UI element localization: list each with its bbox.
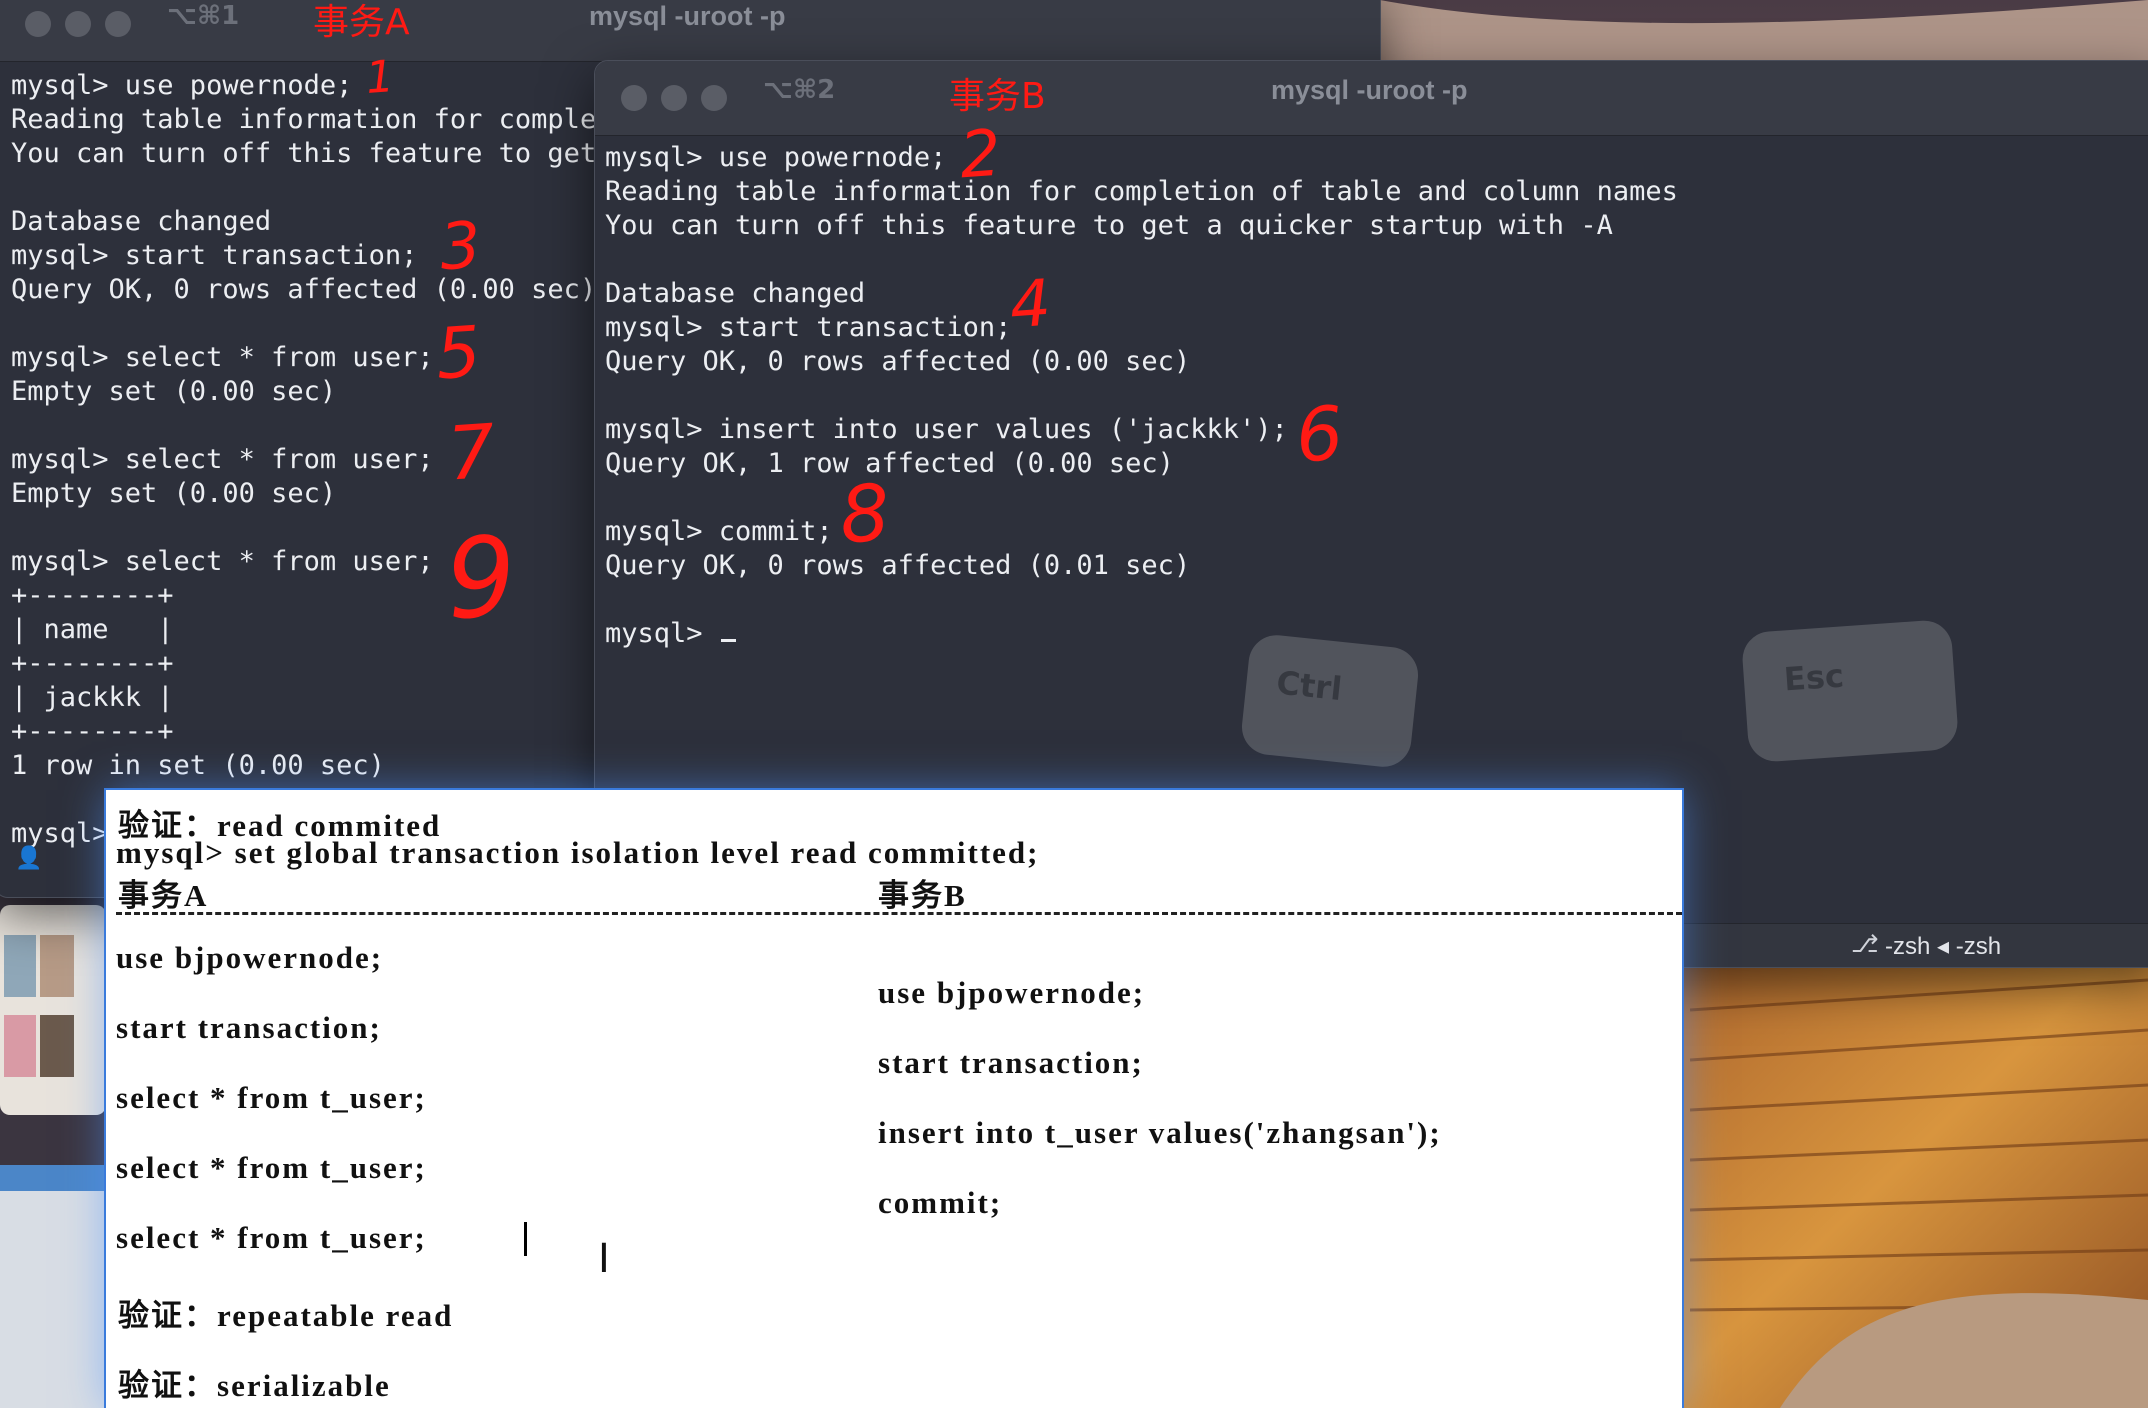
window-toolbar xyxy=(0,1165,106,1191)
annotation-5: 5 xyxy=(433,310,484,396)
b-step: commit; xyxy=(878,1185,1003,1220)
window-title: mysql -uroot -p xyxy=(589,1,786,31)
set-isolation-command: mysql> set global transaction isolation … xyxy=(116,835,1040,870)
annotation-9: 9 xyxy=(441,511,521,645)
b-step: start transaction; xyxy=(878,1045,1144,1080)
user-icon: 👤 xyxy=(15,845,43,870)
isolation-level-document[interactable]: 验证：read commited mysql> set global trans… xyxy=(106,790,1682,1408)
zoom-button[interactable] xyxy=(105,11,131,37)
transaction-label: 事务A xyxy=(313,2,410,43)
mascot-key-label: Esc xyxy=(1782,656,1846,699)
title-bar[interactable]: ⌥⌘2 事务B mysql -uroot -p xyxy=(595,61,2148,136)
annotation-8: 8 xyxy=(836,468,893,562)
zoom-button[interactable] xyxy=(701,85,727,111)
thumbnail-photo xyxy=(40,935,74,997)
b-step: insert into t_user values('zhangsan'); xyxy=(878,1115,1442,1150)
thumbnail-photo xyxy=(4,1015,36,1077)
a-step: select * from t_user; xyxy=(116,1080,427,1115)
background-app-window[interactable] xyxy=(0,1165,106,1408)
terminal-cursor xyxy=(720,639,736,642)
thumbnail-photo xyxy=(40,1015,74,1077)
close-button[interactable] xyxy=(25,11,51,37)
mascot-key-label: Ctrl xyxy=(1274,663,1344,709)
annotation-6: 6 xyxy=(1293,390,1347,480)
session-status: -zsh ◂ -zsh xyxy=(1885,933,2002,960)
a-step: use bjpowernode; xyxy=(116,940,384,975)
window-shortcut: ⌥⌘2 xyxy=(763,75,836,105)
annotation-2: 2 xyxy=(957,116,1004,194)
text-caret xyxy=(524,1222,527,1256)
thumbnail-photo xyxy=(4,935,36,997)
window-title: mysql -uroot -p xyxy=(1271,75,1468,105)
ctrl-key-mascot: Ctrl xyxy=(1239,632,1421,770)
minimize-button[interactable] xyxy=(661,85,687,111)
window-shortcut: ⌥⌘1 xyxy=(167,1,240,31)
verify-serializable-heading: 验证：serializable xyxy=(118,1368,391,1403)
a-step: select * from t_user; xyxy=(116,1220,427,1255)
transaction-label: 事务B xyxy=(949,76,1046,117)
background-app-thumbnail[interactable] xyxy=(0,905,106,1115)
close-button[interactable] xyxy=(621,85,647,111)
annotation-1: 1 xyxy=(364,51,396,104)
annotation-4: 4 xyxy=(1007,266,1054,344)
a-step: start transaction; xyxy=(116,1010,382,1045)
b-step: use bjpowernode; xyxy=(878,975,1146,1010)
terminal-output[interactable]: mysql> use powernode; Reading table info… xyxy=(605,141,1678,651)
minimize-button[interactable] xyxy=(65,11,91,37)
annotation-3: 3 xyxy=(437,208,484,286)
verify-repeatable-read-heading: 验证：repeatable read xyxy=(118,1298,454,1333)
column-a-header: 事务A xyxy=(118,878,209,913)
annotation-7: 7 xyxy=(445,408,499,498)
esc-key-mascot: Esc xyxy=(1740,618,1960,764)
branch-icon: ⎇ xyxy=(1851,931,1879,958)
a-step: select * from t_user; xyxy=(116,1150,427,1185)
terminal-output[interactable]: mysql> use powernode; Reading table info… xyxy=(11,69,612,851)
title-bar[interactable]: ⌥⌘1 事务A mysql -uroot -p xyxy=(0,0,1380,62)
column-b-header: 事务B xyxy=(878,878,967,913)
divider-line xyxy=(116,912,1682,915)
text-cursor-icon: I xyxy=(598,1236,610,1282)
